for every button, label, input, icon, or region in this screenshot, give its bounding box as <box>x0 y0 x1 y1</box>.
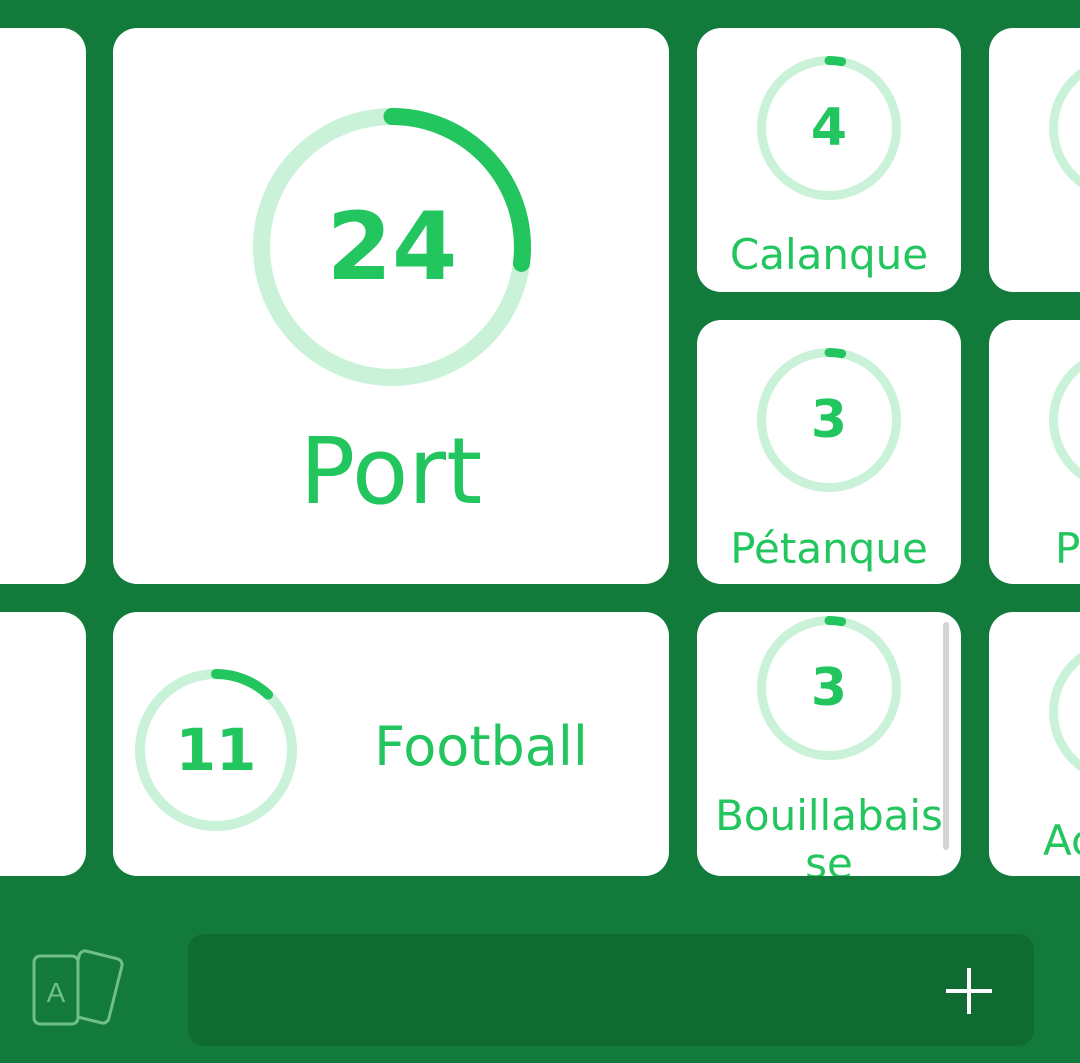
progress-ring: 4 <box>757 56 901 200</box>
tile-label: Pétanque <box>730 524 928 573</box>
tile-label: P <box>1055 524 1080 573</box>
tile-count: 24 <box>326 192 458 302</box>
tile-count: 3 <box>810 658 848 718</box>
progress-ring-track <box>1049 652 1080 772</box>
cards-icon-letter: A <box>47 977 66 1008</box>
progress-ring-graphic <box>1049 68 1080 188</box>
progress-ring-track <box>1049 360 1080 480</box>
progress-ring: 24 <box>253 108 531 386</box>
tile-left-bottom-partial[interactable] <box>0 612 86 876</box>
progress-ring <box>1049 56 1080 200</box>
tile-label: Ac <box>1043 816 1080 865</box>
tile-label: Port <box>299 418 483 525</box>
progress-ring <box>1049 348 1080 492</box>
tile-right-partial-3[interactable]: Ac <box>989 612 1080 876</box>
tile-petanque[interactable]: 3 Pétanque <box>697 320 961 584</box>
tile-port[interactable]: 24 Port <box>113 28 669 584</box>
tile-label: Calanque <box>729 230 929 279</box>
tile-right-partial-1[interactable] <box>989 28 1080 292</box>
cards-icon[interactable]: A <box>28 946 128 1032</box>
tile-football[interactable]: 11 Football <box>113 612 669 876</box>
plus-icon[interactable] <box>946 968 992 1014</box>
tile-left-top-partial[interactable] <box>0 28 86 584</box>
tile-count: 11 <box>175 716 257 784</box>
tile-right-partial-2[interactable]: P <box>989 320 1080 584</box>
tile-count: 4 <box>810 98 848 158</box>
progress-ring-graphic <box>1049 360 1080 480</box>
progress-ring-track <box>1049 68 1080 188</box>
progress-ring: 11 <box>135 669 297 831</box>
progress-ring-graphic <box>1049 652 1080 772</box>
tile-label: Bouillabaisse <box>715 791 943 877</box>
progress-ring: 3 <box>757 616 901 760</box>
word-input-bar[interactable] <box>188 934 1034 1046</box>
tile-calanque[interactable]: 4 Calanque <box>697 28 961 292</box>
tile-bouillabaisse[interactable]: 3 Bouillabaisse <box>697 612 961 876</box>
progress-ring <box>1049 640 1080 784</box>
progress-ring: 3 <box>757 348 901 492</box>
tile-label: Football <box>374 715 588 778</box>
scrollbar[interactable] <box>943 622 949 850</box>
tile-count: 3 <box>810 390 848 450</box>
